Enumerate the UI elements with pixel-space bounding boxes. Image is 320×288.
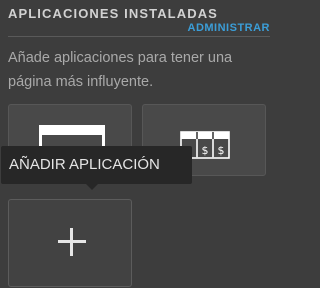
panel-description: Añade aplicaciones para tener una página…	[8, 50, 233, 90]
header-divider	[8, 36, 270, 37]
tooltip-arrow	[86, 184, 98, 190]
manage-link[interactable]: ADMINISTRAR	[188, 22, 271, 34]
add-app-tooltip: AÑADIR APLICACIÓN	[1, 146, 192, 184]
pricing-cell-2: $	[202, 144, 209, 157]
plus-icon	[58, 228, 86, 256]
panel-title: APLICACIONES INSTALADAS	[8, 6, 218, 21]
pricing-cell-3: $	[218, 144, 225, 157]
installed-apps-panel: APLICACIONES INSTALADAS ADMINISTRAR Añad…	[0, 0, 282, 288]
add-app-button[interactable]	[8, 199, 132, 287]
